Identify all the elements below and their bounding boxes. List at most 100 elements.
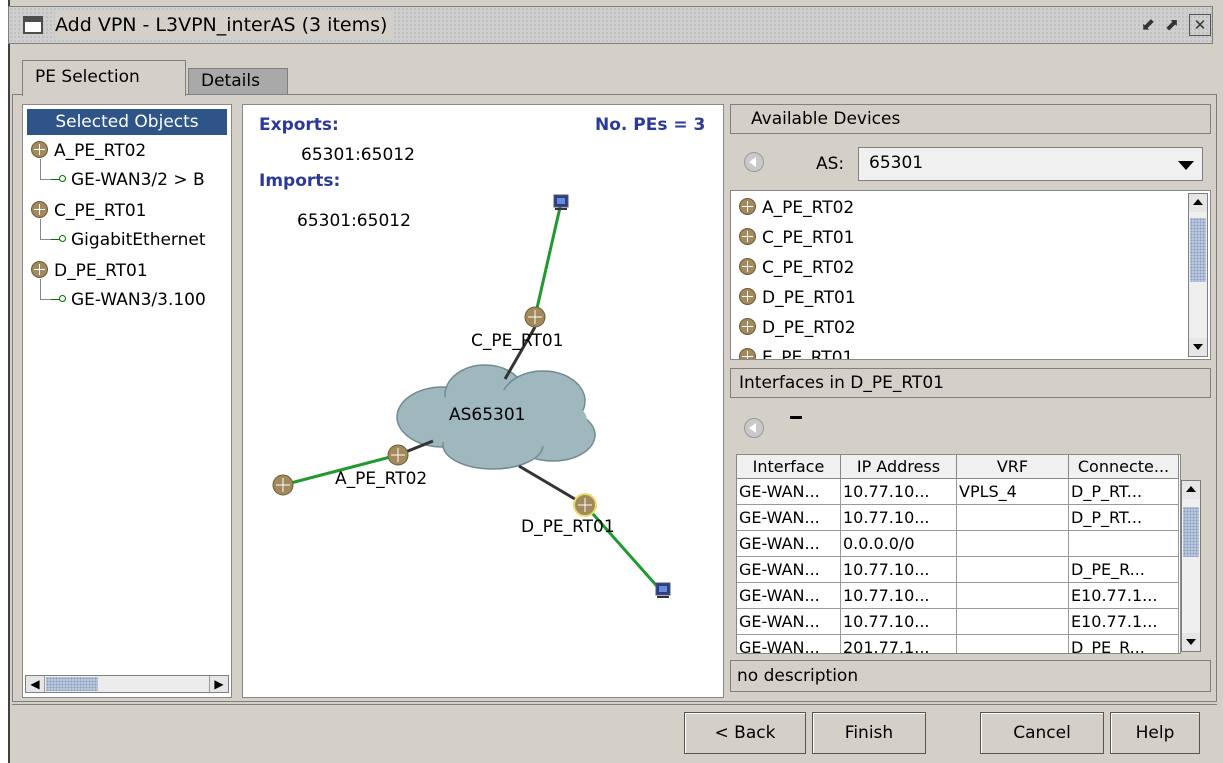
finish-button[interactable]: Finish: [812, 712, 926, 754]
topology-graph: [272, 194, 671, 598]
scroll-thumb[interactable]: [46, 677, 98, 691]
table-cell[interactable]: GE-WAN...: [737, 479, 841, 505]
as-label: AS:: [816, 154, 845, 174]
table-cell[interactable]: [957, 635, 1069, 653]
list-item[interactable]: E_PE_RT01: [739, 343, 854, 360]
column-header[interactable]: Connecte...: [1069, 455, 1179, 479]
list-item[interactable]: D_PE_RT01: [739, 283, 856, 313]
list-item[interactable]: C_PE_RT01: [739, 223, 854, 253]
router-icon[interactable]: [524, 306, 546, 328]
scroll-right-icon[interactable]: ▶: [209, 676, 228, 692]
node-label-d: D_PE_RT01: [521, 517, 615, 537]
cancel-button[interactable]: Cancel: [980, 712, 1104, 754]
scroll-left-icon[interactable]: ◀: [26, 676, 45, 692]
table-cell[interactable]: [957, 609, 1069, 635]
table-cell[interactable]: E10.77.1...: [1069, 609, 1179, 635]
tree-item-interface[interactable]: GigabitEthernet: [51, 228, 206, 252]
port-icon: [51, 294, 67, 304]
list-item[interactable]: A_PE_RT02: [739, 193, 854, 223]
table-cell[interactable]: GE-WAN...: [737, 505, 841, 531]
table-cell[interactable]: [957, 531, 1069, 557]
selected-objects-header: Selected Objects: [27, 109, 227, 135]
help-button[interactable]: Help: [1110, 712, 1200, 754]
back-button[interactable]: < Back: [684, 712, 806, 754]
tree-item-interface[interactable]: GE-WAN3/3.100: [51, 288, 206, 312]
scroll-thumb[interactable]: [1190, 218, 1206, 282]
table-cell[interactable]: 10.77.10...: [841, 505, 957, 531]
list-item[interactable]: D_PE_RT02: [739, 313, 856, 343]
as-select[interactable]: 65301: [858, 147, 1203, 181]
vertical-scrollbar[interactable]: [1188, 193, 1208, 357]
router-icon[interactable]: [272, 474, 294, 496]
available-devices-header: Available Devices: [730, 104, 1211, 134]
host-icon[interactable]: [655, 582, 671, 598]
list-item-label: C_PE_RT02: [762, 258, 855, 278]
remove-icon[interactable]: [790, 416, 802, 419]
table-cell[interactable]: 10.77.10...: [841, 557, 957, 583]
vertical-scrollbar[interactable]: [1181, 480, 1201, 652]
router-icon[interactable]: [573, 493, 597, 517]
title-bar[interactable]: Add VPN - L3VPN_interAS (3 items) ⬋ ⬈ ✕: [8, 6, 1213, 44]
list-item-label: D_PE_RT01: [762, 288, 856, 308]
table-cell[interactable]: D_P_RT...: [1069, 479, 1179, 505]
divider: [12, 704, 1217, 705]
tree-item-label: A_PE_RT02: [54, 141, 147, 161]
table-cell[interactable]: GE-WAN...: [737, 635, 841, 653]
tree-item-label: GigabitEthernet: [71, 230, 206, 250]
table-cell[interactable]: [957, 557, 1069, 583]
back-arrow-icon[interactable]: [744, 418, 764, 438]
tab-details[interactable]: Details: [188, 68, 288, 94]
list-item-label: E_PE_RT01: [762, 348, 854, 360]
scroll-up-icon[interactable]: [1182, 481, 1200, 499]
tree-item-router[interactable]: C_PE_RT01: [31, 199, 146, 223]
table-cell[interactable]: 10.77.10...: [841, 583, 957, 609]
column-header[interactable]: VRF: [957, 455, 1069, 479]
router-icon: [31, 141, 48, 158]
close-icon[interactable]: ✕: [1189, 14, 1211, 36]
minimize-icon[interactable]: ⬋: [1137, 14, 1159, 36]
interfaces-header: Interfaces in D_PE_RT01: [730, 368, 1211, 398]
tree-item-label: D_PE_RT01: [54, 261, 148, 281]
table-cell[interactable]: D_PE_R...: [1069, 557, 1179, 583]
node-label-a: A_PE_RT02: [335, 469, 428, 489]
table-cell[interactable]: D_P_RT...: [1069, 505, 1179, 531]
scroll-up-icon[interactable]: [1189, 194, 1207, 212]
table-cell[interactable]: GE-WAN...: [737, 531, 841, 557]
topology-panel: Exports: 65301:65012 Imports: 65301:6501…: [242, 104, 724, 698]
table-cell[interactable]: 201.77.1...: [841, 635, 957, 653]
horizontal-scrollbar[interactable]: ◀ ▶: [25, 675, 229, 693]
tree-item-router[interactable]: D_PE_RT01: [31, 259, 148, 283]
chevron-down-icon[interactable]: [1178, 161, 1194, 170]
list-item[interactable]: C_PE_RT02: [739, 253, 854, 283]
table-cell[interactable]: VPLS_4: [957, 479, 1069, 505]
description-field: no description: [730, 660, 1211, 692]
table-cell[interactable]: [1069, 531, 1179, 557]
column-header[interactable]: Interface: [737, 455, 841, 479]
host-icon[interactable]: [553, 194, 569, 210]
tree-item-interface[interactable]: GE-WAN3/2 > B: [51, 168, 205, 192]
table-cell[interactable]: GE-WAN...: [737, 609, 841, 635]
list-item-label: C_PE_RT01: [762, 228, 855, 248]
table-cell[interactable]: [957, 583, 1069, 609]
scroll-thumb[interactable]: [1183, 507, 1199, 557]
back-arrow-icon[interactable]: [744, 152, 764, 172]
table-cell[interactable]: 10.77.10...: [841, 609, 957, 635]
table-cell[interactable]: D_PE_R...: [1069, 635, 1179, 653]
maximize-icon[interactable]: ⬈: [1161, 14, 1183, 36]
port-icon: [51, 234, 67, 244]
interfaces-table: Interface IP Address VRF Connecte... GE-…: [736, 454, 1181, 654]
router-icon: [739, 348, 756, 359]
scroll-down-icon[interactable]: [1182, 633, 1200, 651]
tree-item-router[interactable]: A_PE_RT02: [31, 139, 146, 163]
table-cell[interactable]: 0.0.0.0/0: [841, 531, 957, 557]
table-cell[interactable]: [957, 505, 1069, 531]
table-cell[interactable]: E10.77.1...: [1069, 583, 1179, 609]
tab-pe-selection[interactable]: PE Selection: [22, 60, 186, 96]
scroll-down-icon[interactable]: [1189, 338, 1207, 356]
table-cell[interactable]: GE-WAN...: [737, 557, 841, 583]
table-cell[interactable]: GE-WAN...: [737, 583, 841, 609]
column-header[interactable]: IP Address: [841, 455, 957, 479]
tree-item-label: GE-WAN3/2 > B: [71, 170, 205, 190]
table-cell[interactable]: 10.77.10...: [841, 479, 957, 505]
router-icon[interactable]: [387, 444, 409, 466]
